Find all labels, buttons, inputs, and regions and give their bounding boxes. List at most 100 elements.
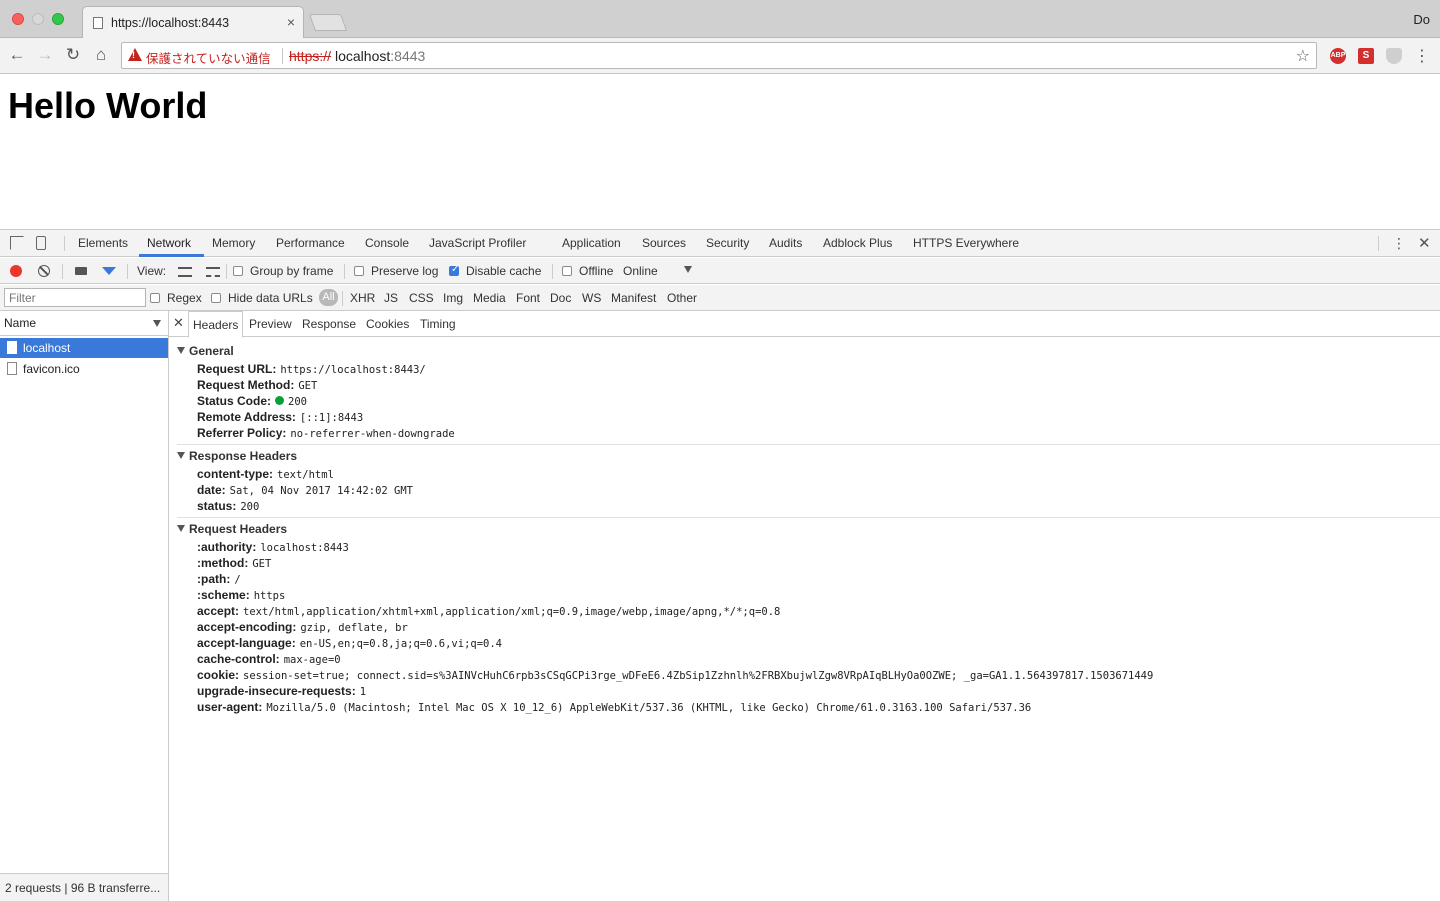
overview-icon[interactable] — [206, 267, 220, 277]
request-details: ✕ Headers Preview Response Cookies Timin… — [169, 311, 1440, 901]
devtools-tab-adblock-plus[interactable]: Adblock Plus — [823, 236, 892, 250]
tab-cookies[interactable]: Cookies — [366, 317, 409, 331]
address-bar[interactable]: ! 保護されていない通信 https:// localhost:8443 ☆ — [121, 42, 1317, 69]
general-section-header[interactable]: General — [177, 344, 234, 358]
header-key: accept-language: — [197, 636, 296, 650]
large-rows-icon[interactable] — [178, 267, 192, 277]
header-key: Status Code: — [197, 394, 272, 408]
device-toolbar-icon[interactable] — [36, 236, 46, 250]
devtools-tab-https-everywhere[interactable]: HTTPS Everywhere — [913, 236, 1019, 250]
filter-type-font[interactable]: Font — [516, 291, 540, 305]
chevron-down-icon[interactable] — [684, 266, 692, 273]
header-key: Request Method: — [197, 378, 295, 392]
devtools-tab-application[interactable]: Application — [562, 236, 621, 250]
regex-label[interactable]: Regex — [167, 291, 202, 305]
browser-toolbar: ← → ↻ ⌂ ! 保護されていない通信 https:// localhost:… — [0, 38, 1440, 74]
tab-close-icon[interactable]: × — [287, 14, 295, 30]
capture-screenshots-icon[interactable] — [75, 267, 87, 275]
request-row[interactable]: favicon.ico — [0, 359, 168, 379]
devtools-tab-sources[interactable]: Sources — [642, 236, 686, 250]
filter-input[interactable] — [4, 288, 146, 307]
request-headers-section-header[interactable]: Request Headers — [177, 522, 287, 536]
tab-timing[interactable]: Timing — [420, 317, 456, 331]
header-row: accept-encoding: gzip, deflate, br — [197, 620, 408, 634]
network-toolbar: View: Group by frame Preserve log Disabl… — [0, 258, 1440, 284]
hide-data-urls-label[interactable]: Hide data URLs — [228, 291, 313, 305]
header-row: cookie: session-set=true; connect.sid=s%3… — [197, 668, 1153, 682]
header-row: accept: text/html,application/xhtml+xml,a… — [197, 604, 780, 618]
offline-checkbox[interactable] — [562, 266, 572, 276]
devtools-tab-javascript-profiler[interactable]: JavaScript Profiler — [429, 236, 526, 250]
group-by-frame-label[interactable]: Group by frame — [250, 264, 333, 278]
devtools-close-icon[interactable]: ✕ — [1418, 234, 1431, 252]
sort-icon[interactable] — [153, 320, 161, 327]
disable-cache-checkbox[interactable] — [449, 264, 459, 276]
filter-type-media[interactable]: Media — [473, 291, 506, 305]
header-key: Referrer Policy: — [197, 426, 287, 440]
url-scheme: https:// — [289, 48, 332, 64]
tab-response[interactable]: Response — [302, 317, 356, 331]
record-icon[interactable] — [10, 265, 22, 277]
throttling-select[interactable]: Online — [623, 264, 658, 278]
response-headers-section-header[interactable]: Response Headers — [177, 449, 297, 463]
devtools-tab-audits[interactable]: Audits — [769, 236, 802, 250]
devtools-tab-elements[interactable]: Elements — [78, 236, 128, 250]
devtools-tab-console[interactable]: Console — [365, 236, 409, 250]
devtools-tab-network[interactable]: Network — [147, 236, 191, 250]
filter-type-css[interactable]: CSS — [409, 291, 434, 305]
filter-type-js[interactable]: JS — [384, 291, 398, 305]
hide-data-urls-checkbox[interactable] — [211, 293, 221, 303]
window-minimize-button[interactable] — [32, 13, 44, 25]
filter-type-all[interactable]: All — [319, 289, 338, 306]
bookmark-star-icon[interactable]: ☆ — [1296, 46, 1310, 66]
filter-type-doc[interactable]: Doc — [550, 291, 571, 305]
header-row: :method: GET — [197, 556, 271, 570]
divider — [342, 291, 343, 306]
tab-headers[interactable]: Headers — [188, 311, 244, 338]
devtools-tab-performance[interactable]: Performance — [276, 236, 345, 250]
forward-arrow-icon[interactable]: → — [34, 44, 56, 66]
browser-tab[interactable]: https://localhost:8443 × — [82, 6, 304, 38]
devtools-tab-security[interactable]: Security — [706, 236, 749, 250]
reload-icon[interactable]: ↻ — [62, 44, 84, 66]
devtools-menu-icon[interactable]: ⋮ — [1392, 235, 1406, 252]
clear-icon[interactable] — [38, 265, 50, 277]
shield-icon[interactable] — [1386, 48, 1402, 64]
filter-icon[interactable] — [102, 267, 116, 275]
divider — [282, 48, 283, 64]
header-value: no-referrer-when-downgrade — [290, 428, 455, 440]
home-icon[interactable]: ⌂ — [90, 44, 112, 66]
filter-type-other[interactable]: Other — [667, 291, 697, 305]
filter-type-ws[interactable]: WS — [582, 291, 601, 305]
browser-menu-icon[interactable]: ⋮ — [1414, 46, 1430, 66]
header-key: :path: — [197, 572, 231, 586]
filter-type-manifest[interactable]: Manifest — [611, 291, 656, 305]
new-tab-button[interactable] — [308, 14, 348, 31]
tab-preview[interactable]: Preview — [249, 317, 292, 331]
request-row[interactable]: localhost — [0, 338, 168, 358]
window-close-button[interactable] — [12, 13, 24, 25]
back-arrow-icon[interactable]: ← — [6, 44, 28, 66]
regex-checkbox[interactable] — [150, 293, 160, 303]
filter-type-xhr[interactable]: XHR — [350, 291, 375, 305]
adblock-plus-icon[interactable]: ABP — [1330, 48, 1346, 64]
divider — [1378, 236, 1379, 251]
filter-type-img[interactable]: Img — [443, 291, 463, 305]
close-details-icon[interactable]: ✕ — [173, 315, 184, 331]
status-ok-icon — [275, 396, 285, 405]
preserve-log-label[interactable]: Preserve log — [371, 264, 438, 278]
extension-s-icon[interactable]: S — [1358, 48, 1374, 64]
profile-label[interactable]: Do — [1413, 12, 1430, 27]
devtools-tab-memory[interactable]: Memory — [212, 236, 255, 250]
disable-cache-label[interactable]: Disable cache — [466, 264, 541, 278]
header-key: accept: — [197, 604, 240, 618]
group-by-frame-checkbox[interactable] — [233, 266, 243, 276]
inspect-element-icon[interactable] — [10, 236, 24, 250]
window-maximize-button[interactable] — [52, 13, 64, 25]
preserve-log-checkbox[interactable] — [354, 266, 364, 276]
offline-label[interactable]: Offline — [579, 264, 613, 278]
section-title: Response Headers — [189, 449, 298, 463]
devtools-tab-bar: Elements Network Memory Performance Cons… — [0, 230, 1440, 257]
security-warning-text[interactable]: 保護されていない通信 — [146, 48, 271, 67]
name-column-header[interactable]: Name — [0, 311, 168, 336]
